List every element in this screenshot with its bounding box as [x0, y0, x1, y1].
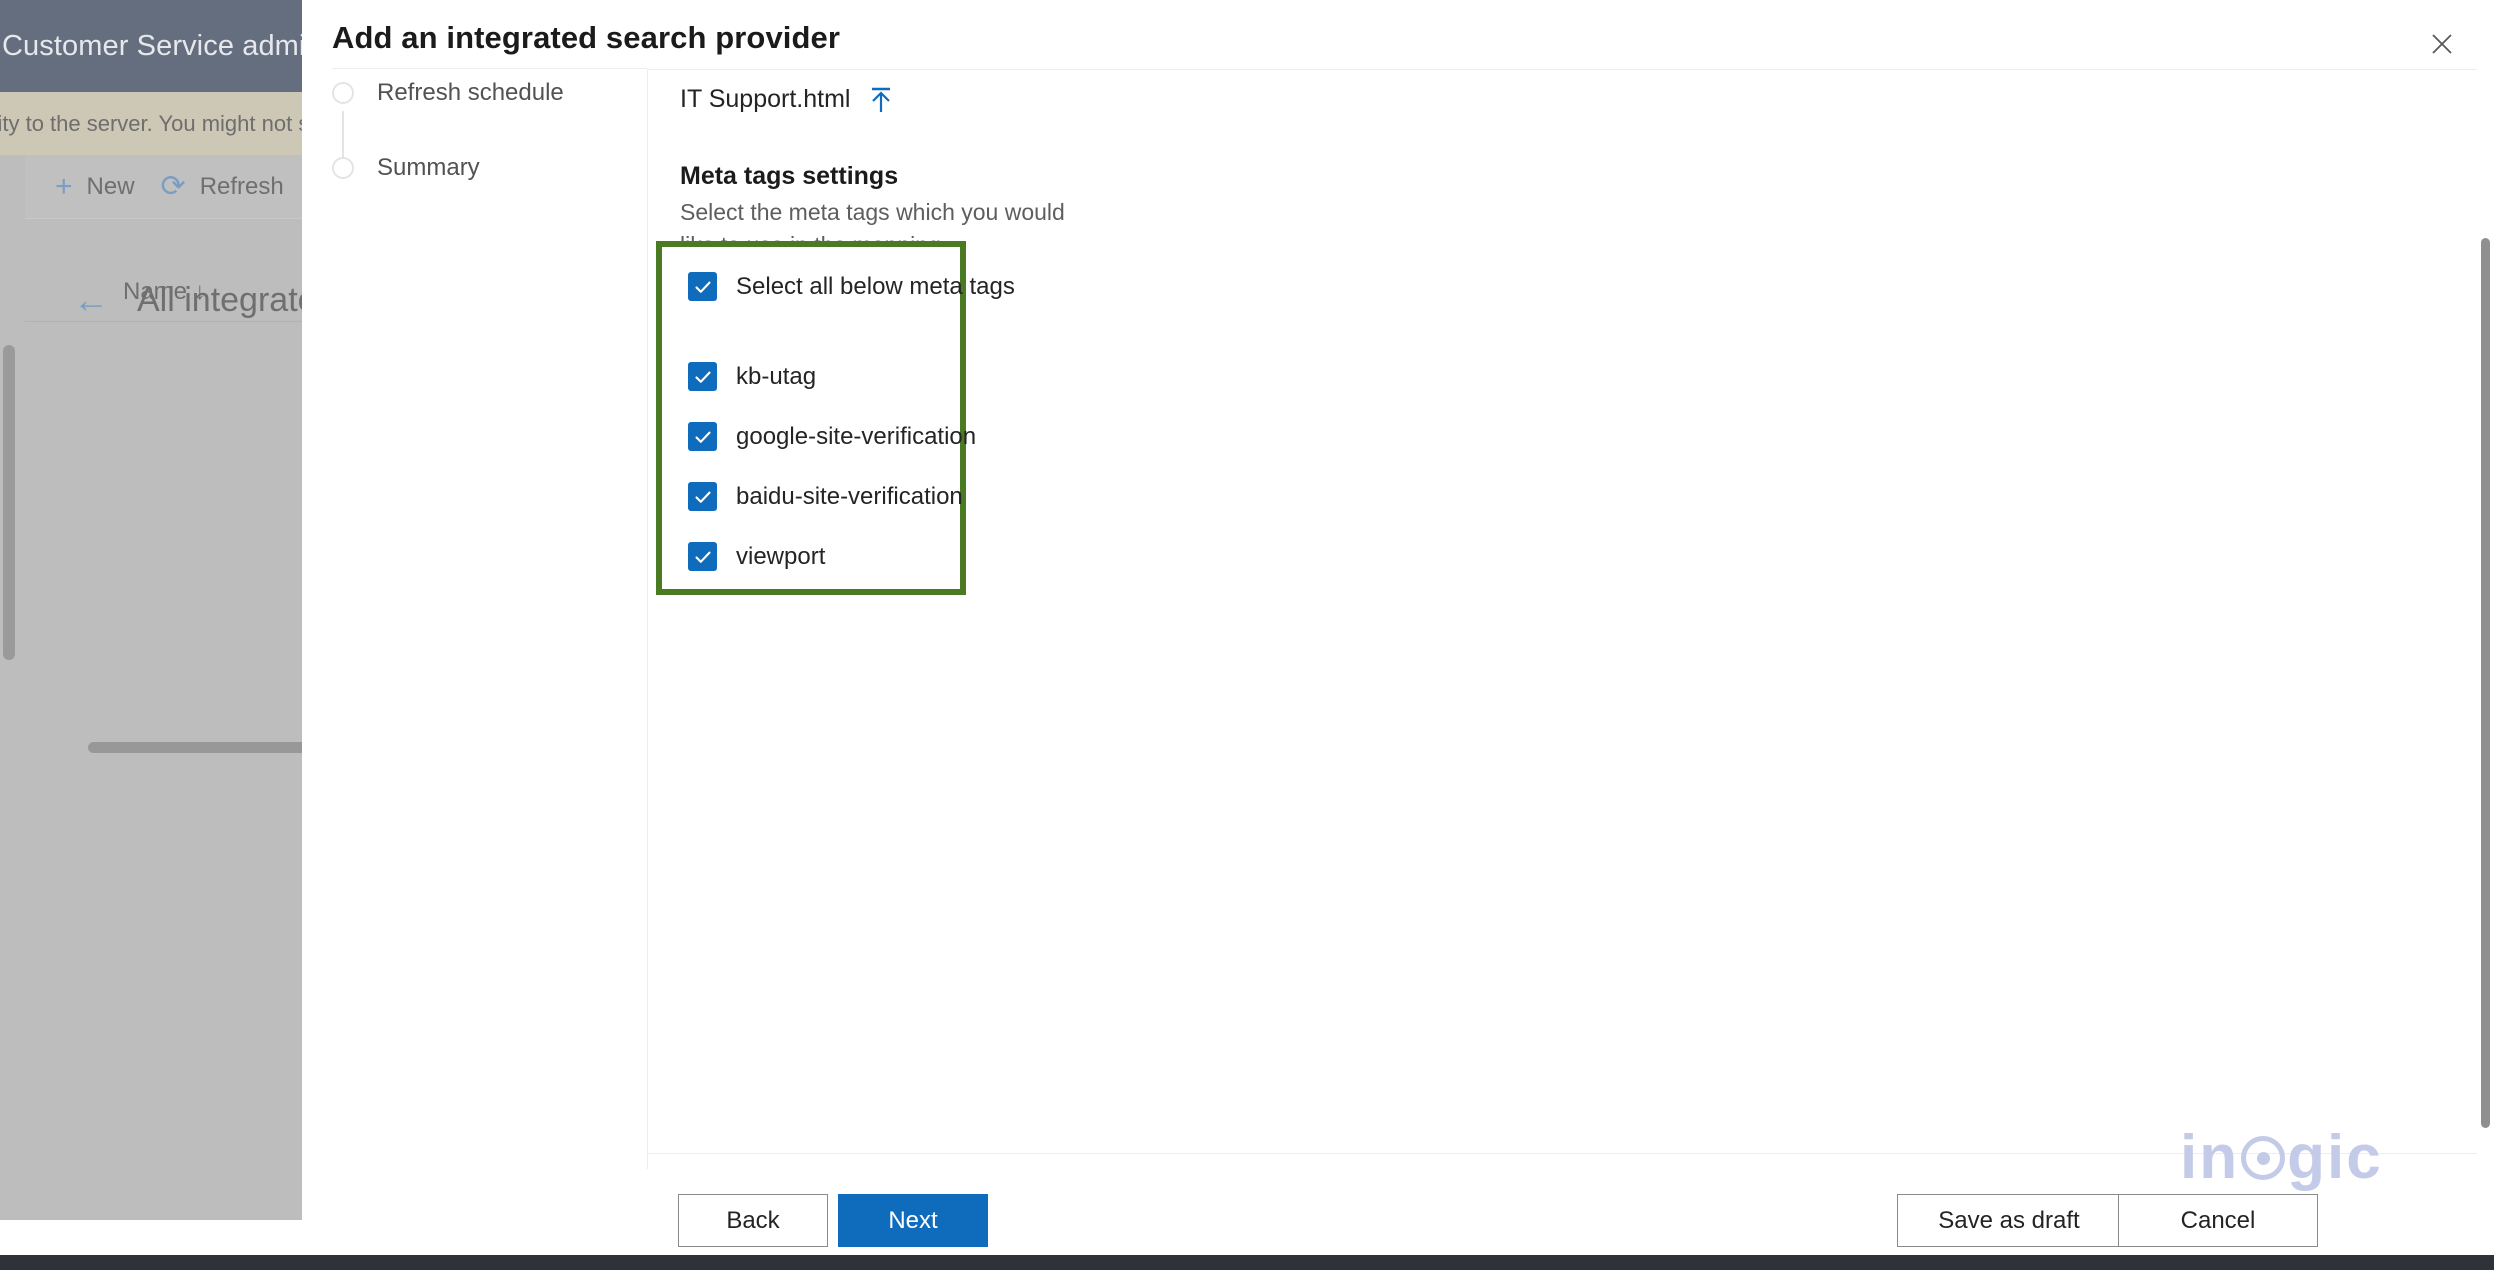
next-button[interactable]: Next — [838, 1194, 988, 1247]
checkbox-label: Select all below meta tags — [736, 273, 1015, 301]
cancel-button[interactable]: Cancel — [2118, 1194, 2318, 1247]
checkbox-meta-tag[interactable]: baidu-site-verification — [688, 482, 963, 511]
uploaded-file-name: IT Support.html — [680, 85, 850, 114]
checkbox-label: kb-utag — [736, 363, 816, 391]
wizard-steps: Refresh schedule Summary — [332, 68, 647, 1168]
checkbox-label: viewport — [736, 543, 825, 571]
refresh-button-label: Refresh — [200, 173, 284, 201]
wizard-step-label: Summary — [377, 154, 480, 182]
wizard-step-summary[interactable]: Summary — [332, 154, 480, 182]
checkmark-icon — [688, 362, 717, 391]
add-search-provider-dialog: Add an integrated search provider Refres… — [302, 0, 2494, 1255]
checkmark-icon — [688, 422, 717, 451]
checkbox-meta-tag[interactable]: viewport — [688, 542, 825, 571]
checkbox-meta-tag[interactable]: google-site-verification — [688, 422, 976, 451]
inogic-watermark: in gic — [2180, 1127, 2383, 1189]
checkmark-icon — [688, 542, 717, 571]
app-bottom-bar — [0, 1255, 2494, 1270]
wizard-step-refresh-schedule[interactable]: Refresh schedule — [332, 79, 564, 107]
meta-tags-heading: Meta tags settings — [680, 162, 898, 191]
app-sidebar-rail — [0, 155, 25, 1220]
wizard-step-label: Refresh schedule — [377, 79, 564, 107]
refresh-button[interactable]: ⟳ Refresh — [161, 172, 284, 202]
refresh-icon: ⟳ — [161, 172, 186, 202]
checkmark-icon — [688, 272, 717, 301]
new-button[interactable]: + New — [55, 172, 135, 202]
step-circle-icon — [332, 82, 354, 104]
close-icon[interactable] — [2418, 20, 2466, 68]
app-vertical-scrollbar[interactable] — [3, 345, 15, 660]
checkbox-label: google-site-verification — [736, 423, 976, 451]
new-button-label: New — [87, 173, 135, 201]
back-button[interactable]: Back — [678, 1194, 828, 1247]
watermark-text-before: in — [2180, 1127, 2239, 1189]
checkmark-icon — [688, 482, 717, 511]
checkbox-meta-tag[interactable]: kb-utag — [688, 362, 816, 391]
column-header-name: Name ↓ — [123, 278, 206, 306]
checkbox-label: baidu-site-verification — [736, 483, 963, 511]
dialog-scrollbar-track[interactable] — [2477, 0, 2494, 1255]
dialog-title: Add an integrated search provider — [332, 20, 840, 56]
dialog-content: IT Support.html Meta tags settings Selec… — [648, 69, 2494, 1153]
upload-icon[interactable] — [868, 86, 894, 114]
plus-icon: + — [55, 172, 73, 202]
watermark-text-after: gic — [2287, 1127, 2383, 1189]
checkbox-select-all[interactable]: Select all below meta tags — [688, 272, 1015, 301]
uploaded-file-row: IT Support.html — [680, 85, 894, 114]
watermark-circle-icon — [2241, 1136, 2285, 1180]
step-circle-icon — [332, 157, 354, 179]
save-as-draft-button[interactable]: Save as draft — [1897, 1194, 2121, 1247]
dialog-scrollbar-thumb[interactable] — [2481, 238, 2490, 1128]
meta-tags-highlight-box: Select all below meta tags kb-utag googl… — [656, 241, 966, 595]
